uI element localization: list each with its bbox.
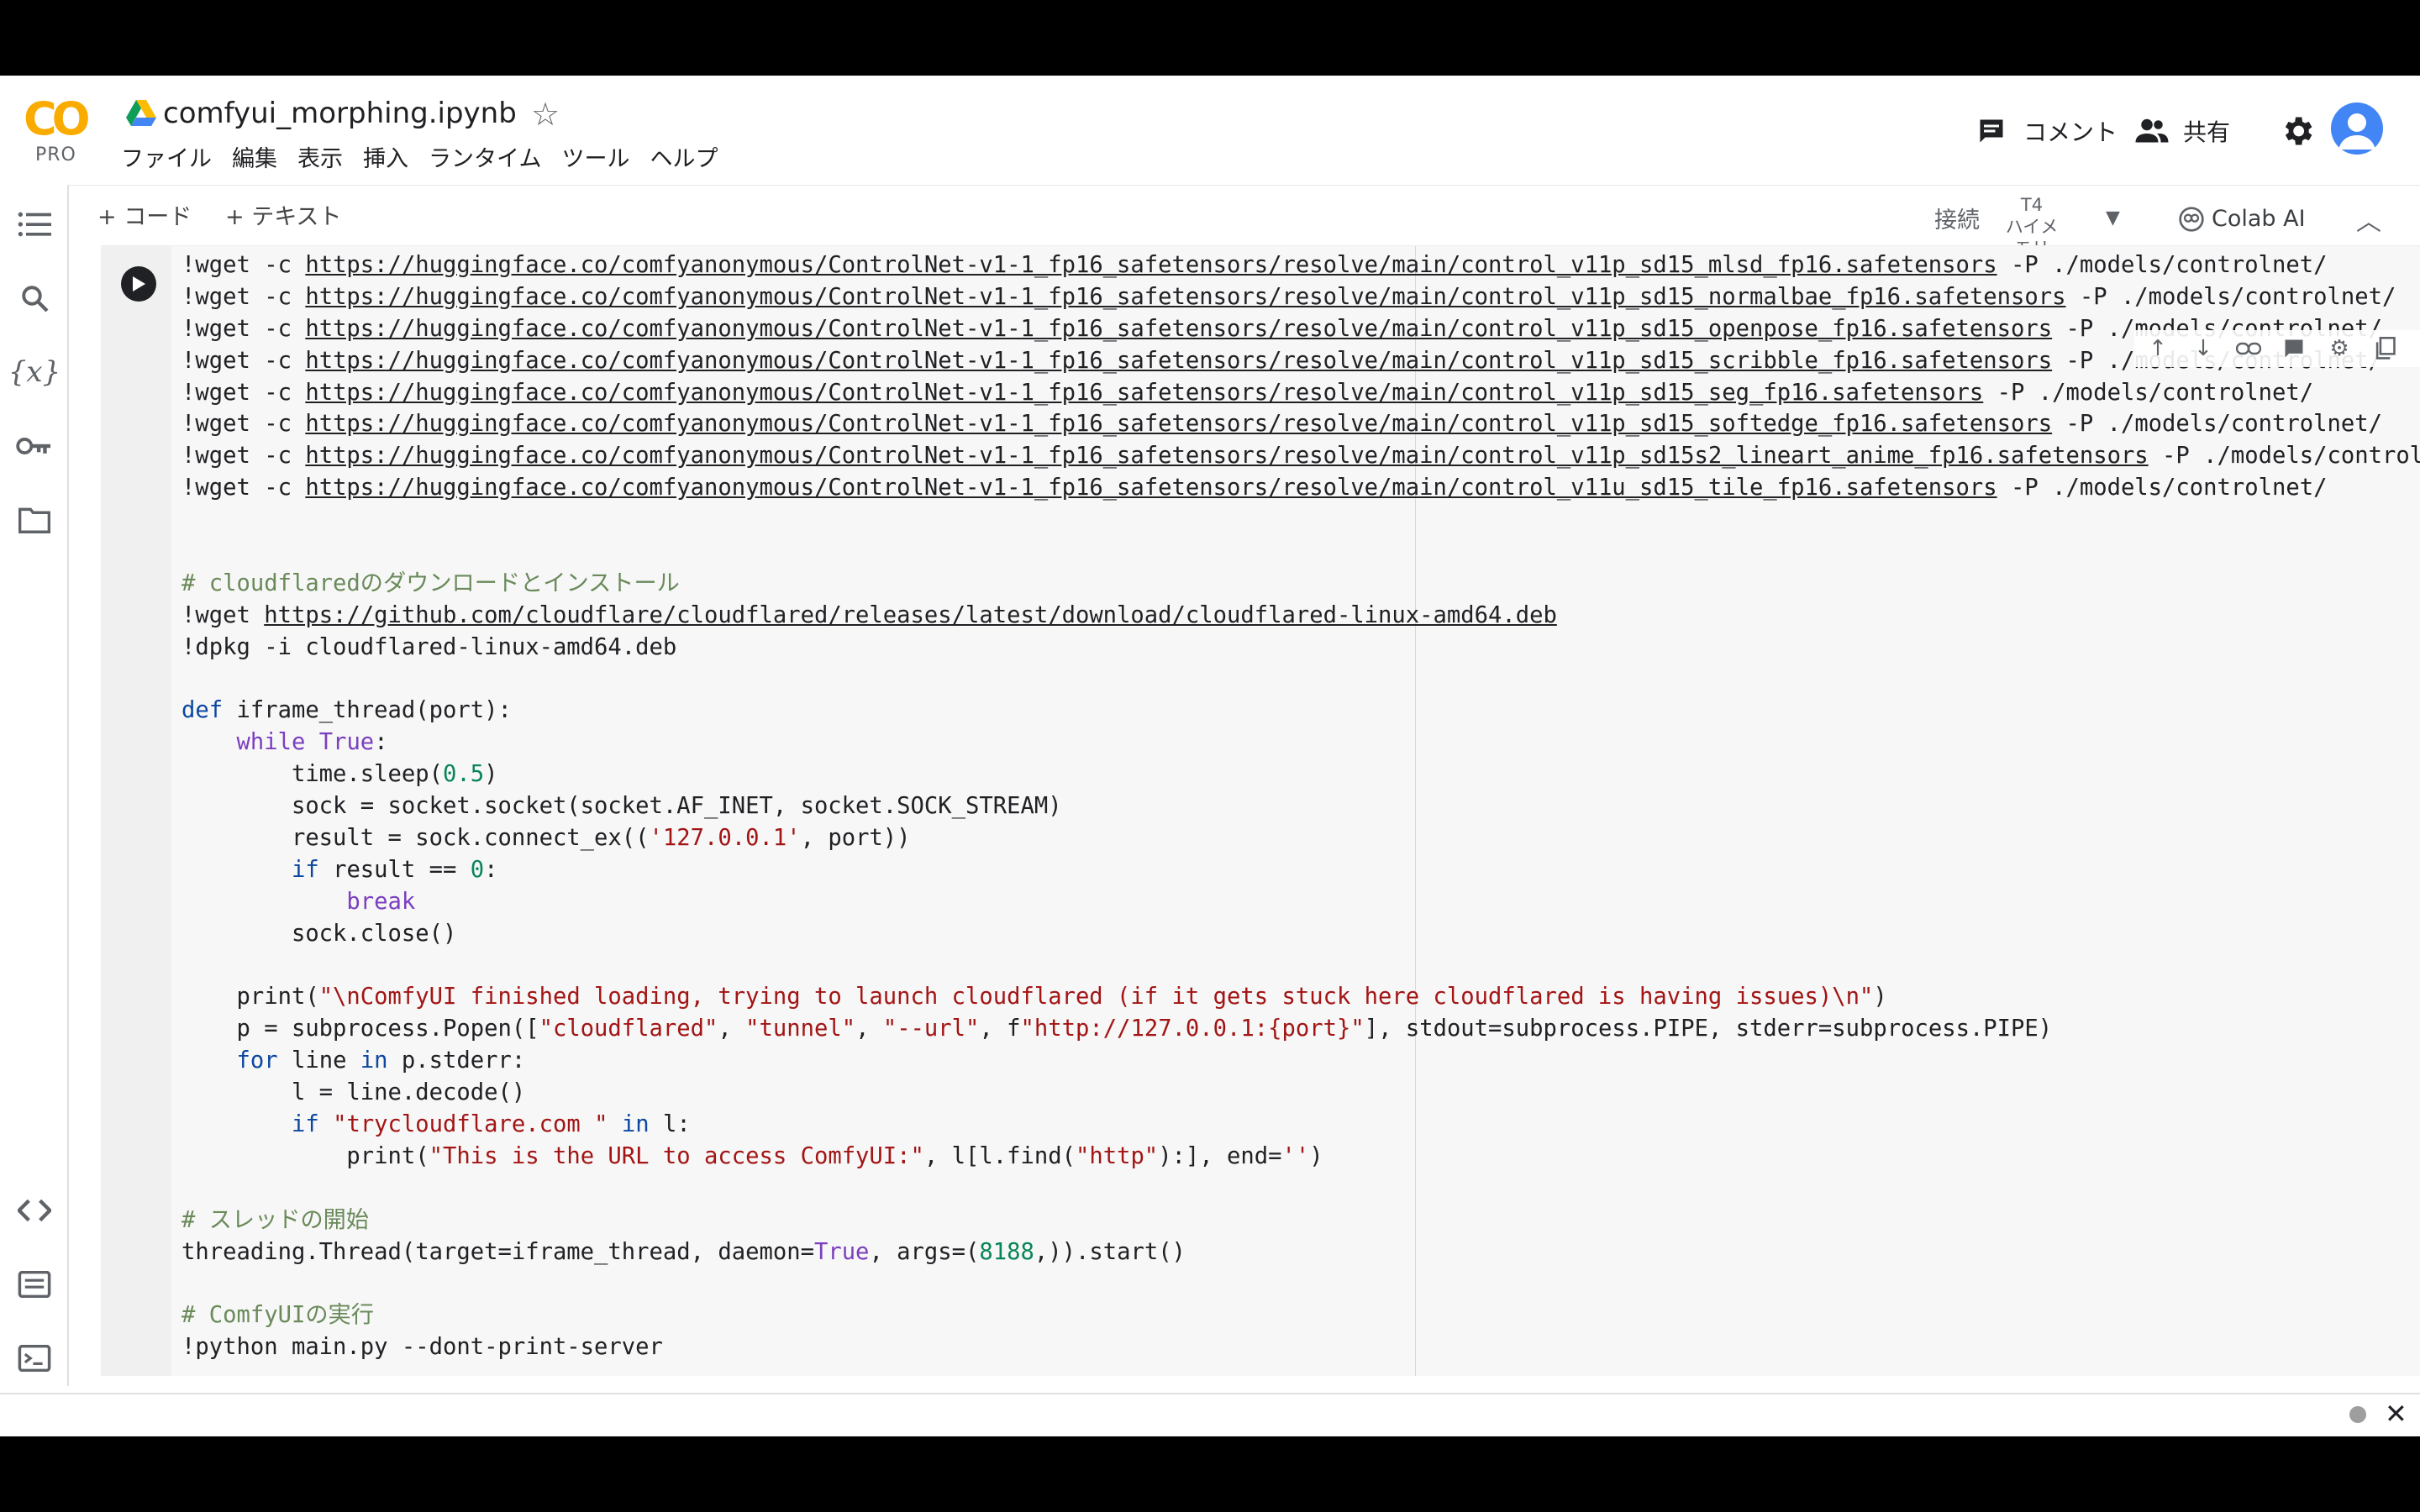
code-line[interactable]: threading.Thread(target=iframe_thread, d… [182, 1236, 2420, 1268]
runtime-gpu: T4 [2020, 195, 2044, 215]
code-line[interactable]: sock.close() [182, 918, 2420, 950]
link-icon[interactable] [2232, 332, 2265, 365]
code-editor[interactable]: !wget -c https://huggingface.co/comfyano… [171, 246, 2420, 1376]
colab-ai-label: Colab AI [2212, 206, 2306, 232]
code-line[interactable]: !wget -c https://huggingface.co/comfyano… [182, 440, 2420, 472]
chevron-up-icon[interactable]: ︿ [2356, 201, 2381, 238]
add-text-button[interactable]: + テキスト [225, 199, 341, 236]
code-line[interactable]: # スレッドの開始 [182, 1205, 2420, 1236]
play-icon [133, 276, 145, 291]
app-header: CO PRO comfyui_morphing.ipynb ☆ ファイル 編集 … [0, 76, 2420, 185]
code-line[interactable]: p = subprocess.Popen(["cloudflared", "tu… [182, 1013, 2420, 1045]
comment-icon [1980, 119, 2003, 143]
code-line[interactable] [182, 536, 2420, 568]
search-icon[interactable] [15, 279, 54, 318]
code-cell[interactable]: !wget -c https://huggingface.co/comfyano… [101, 245, 2420, 1376]
code-line[interactable] [182, 1268, 2420, 1300]
run-cell-button[interactable] [121, 266, 156, 302]
code-line[interactable]: !wget -c https://huggingface.co/comfyano… [182, 377, 2420, 409]
code-snippets-icon[interactable] [15, 1191, 54, 1230]
star-icon[interactable]: ☆ [531, 96, 560, 133]
menu-insert[interactable]: 挿入 [353, 143, 418, 176]
code-line[interactable]: if "trycloudflare.com " in l: [182, 1109, 2420, 1141]
terminal-icon[interactable] [15, 1339, 54, 1378]
runtime-dropdown-icon[interactable]: ▼ [2106, 207, 2120, 228]
code-line[interactable]: !dpkg -i cloudflared-linux-amd64.deb [182, 632, 2420, 664]
colab-ai-button[interactable]: Colab AI [2178, 201, 2306, 238]
gear-icon[interactable] [2279, 113, 2316, 150]
code-line[interactable]: !wget -c https://huggingface.co/comfyano… [182, 472, 2420, 504]
menu-runtime[interactable]: ランタイム [418, 143, 551, 176]
plan-badge: PRO [35, 144, 76, 165]
code-line[interactable]: !wget -c https://huggingface.co/comfyano… [182, 281, 2420, 313]
code-line[interactable]: !python main.py --dont-print-server [182, 1331, 2420, 1363]
comment-icon[interactable] [2277, 332, 2311, 365]
code-line[interactable]: # ComfyUIの実行 [182, 1299, 2420, 1331]
variables-icon[interactable]: {x} [8, 353, 60, 391]
menu-file[interactable]: ファイル [121, 143, 222, 176]
arrow-down-icon[interactable]: ↓ [2186, 332, 2220, 365]
code-content[interactable]: !wget -c https://huggingface.co/comfyano… [182, 249, 2420, 1363]
code-line[interactable] [182, 504, 2420, 536]
code-line[interactable] [182, 950, 2420, 982]
status-indicator [2349, 1406, 2366, 1423]
colab-ai-icon [2179, 207, 2204, 232]
code-line[interactable]: result = sock.connect_ex(('127.0.0.1', p… [182, 822, 2420, 854]
code-line[interactable]: !wget -c https://huggingface.co/comfyano… [182, 313, 2420, 345]
code-line[interactable]: !wget https://github.com/cloudflare/clou… [182, 600, 2420, 632]
status-bar: ✕ [0, 1393, 2420, 1436]
trash-icon[interactable] [2413, 332, 2420, 365]
menu-bar: ファイル 編集 表示 挿入 ランタイム ツール ヘルプ [121, 143, 728, 176]
notebook-title[interactable]: comfyui_morphing.ipynb [163, 92, 517, 134]
code-line[interactable]: while True: [182, 727, 2420, 759]
code-line[interactable]: # cloudflaredのダウンロードとインストール [182, 568, 2420, 600]
notebook-toolbar: + コード + テキスト 接続 T4 ハイメモリ ▼ Colab AI ︿ [69, 185, 2420, 259]
code-line[interactable]: break [182, 886, 2420, 918]
menu-view[interactable]: 表示 [287, 143, 353, 176]
colab-logo[interactable]: CO PRO [24, 92, 94, 165]
code-line[interactable]: !wget -c https://huggingface.co/comfyano… [182, 408, 2420, 440]
code-line[interactable]: for line in p.stderr: [182, 1045, 2420, 1077]
mirror-cell-icon[interactable] [2368, 332, 2402, 365]
command-palette-icon[interactable] [15, 1265, 54, 1304]
code-line[interactable]: !wget -c https://huggingface.co/comfyano… [182, 345, 2420, 377]
menu-edit[interactable]: 編集 [222, 143, 287, 176]
comment-label: コメント [2023, 118, 2118, 146]
code-line[interactable]: time.sleep(0.5) [182, 759, 2420, 790]
close-icon[interactable]: ✕ [2385, 1398, 2407, 1430]
code-line[interactable]: def iframe_thread(port): [182, 695, 2420, 727]
code-line[interactable]: if result == 0: [182, 854, 2420, 886]
comment-button[interactable]: コメント [1976, 106, 2118, 156]
share-label: 共有 [2183, 118, 2231, 146]
menu-tools[interactable]: ツール [551, 143, 639, 176]
add-code-button[interactable]: + コード [97, 199, 192, 236]
code-line[interactable]: print("\nComfyUI finished loading, tryin… [182, 981, 2420, 1013]
toc-icon[interactable] [15, 205, 54, 244]
menu-help[interactable]: ヘルプ [639, 143, 728, 176]
colab-window: CO PRO comfyui_morphing.ipynb ☆ ファイル 編集 … [0, 76, 2420, 1436]
avatar[interactable] [2331, 102, 2383, 155]
left-sidebar: {x} [0, 185, 69, 1386]
code-line[interactable]: !wget -c https://huggingface.co/comfyano… [182, 249, 2420, 281]
gear-icon[interactable]: ⚙ [2323, 332, 2356, 365]
connect-status[interactable]: 接続 [1934, 204, 1980, 238]
google-drive-icon[interactable] [126, 99, 156, 128]
code-line[interactable] [182, 1173, 2420, 1205]
user-avatar-icon [2338, 113, 2375, 150]
folder-icon[interactable] [15, 501, 54, 539]
cell-gutter [101, 246, 171, 1376]
code-line[interactable]: sock = socket.socket(socket.AF_INET, soc… [182, 790, 2420, 822]
colab-logo-mark: CO [24, 92, 91, 145]
code-line[interactable]: l = line.decode() [182, 1077, 2420, 1109]
arrow-up-icon[interactable]: ↑ [2141, 332, 2175, 365]
code-line[interactable] [182, 664, 2420, 696]
cell-toolbar: ↑ ↓ ⚙ ⋮ [2134, 330, 2420, 367]
code-line[interactable]: print("This is the URL to access ComfyUI… [182, 1141, 2420, 1173]
people-icon [2135, 118, 2169, 143]
share-button[interactable]: 共有 [2134, 106, 2230, 156]
key-icon[interactable] [15, 427, 54, 465]
